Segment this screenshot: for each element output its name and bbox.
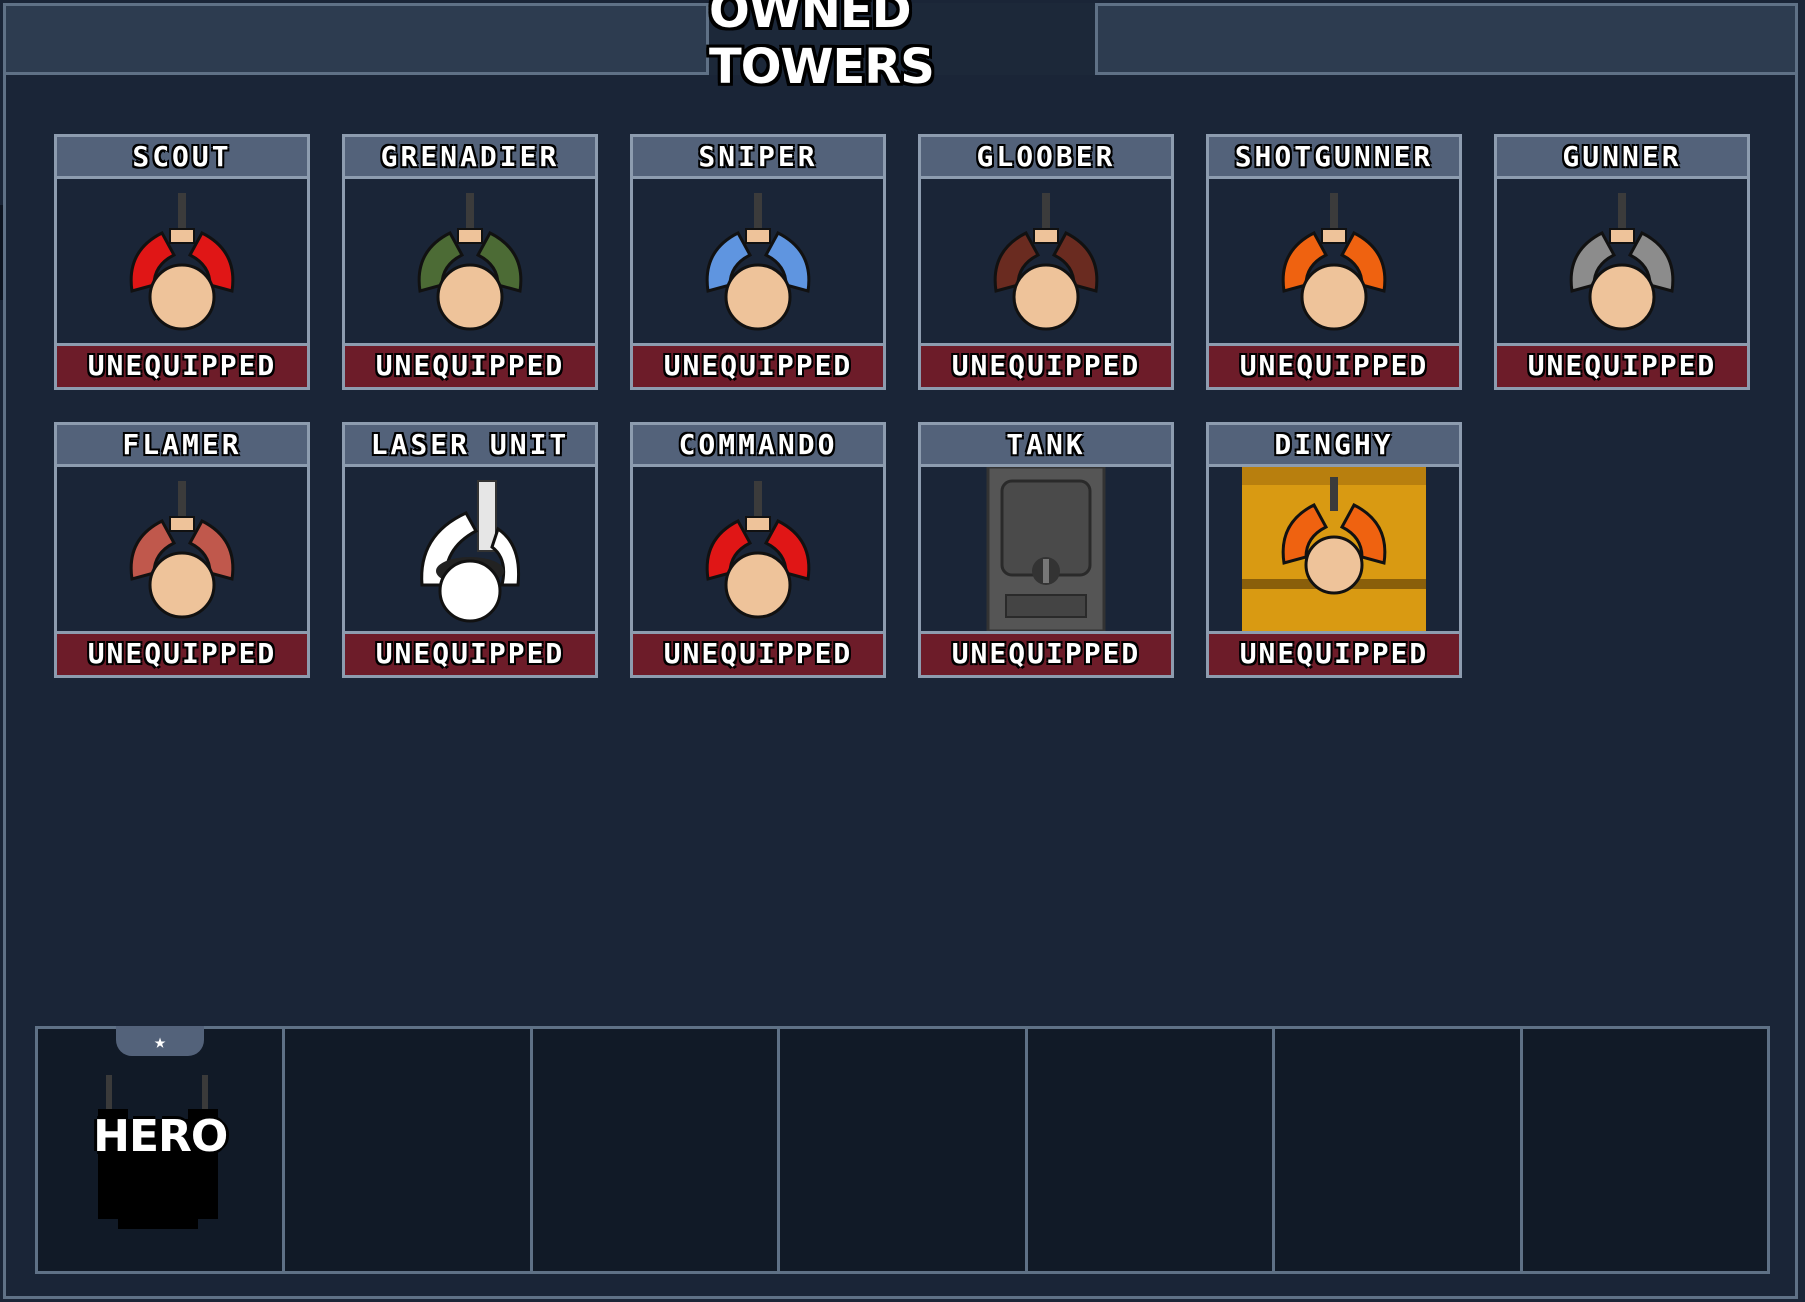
status-badge: UNEQUIPPED [921,343,1171,387]
sniper-tower-icon [633,179,883,343]
status-badge: UNEQUIPPED [633,343,883,387]
status-badge: UNEQUIPPED [1209,631,1459,675]
tower-name: COMMANDO [633,425,883,467]
laser-unit-tower-icon [345,467,595,631]
title-box: OWNED TOWERS [706,0,1098,95]
tower-card-laser-unit[interactable]: LASER UNIT UNEQUIPPED [342,422,598,678]
loadout-slot-5[interactable] [1028,1029,1276,1271]
status-badge: UNEQUIPPED [921,631,1171,675]
flamer-tower-icon [57,467,307,631]
status-badge: UNEQUIPPED [1209,343,1459,387]
tower-card-grenadier[interactable]: GRENADIER UNEQUIPPED [342,134,598,390]
tower-name: SNIPER [633,137,883,179]
loadout-slot-hero[interactable]: ★ HERO [38,1026,286,1271]
tower-card-flamer[interactable]: FLAMER UNEQUIPPED [54,422,310,678]
tower-card-dinghy[interactable]: DINGHY UNEQUIPPED [1206,422,1462,678]
status-badge: UNEQUIPPED [345,631,595,675]
status-badge: UNEQUIPPED [1497,343,1747,387]
tower-name: GUNNER [1497,137,1747,179]
tower-name: FLAMER [57,425,307,467]
scout-tower-icon [57,179,307,343]
loadout-slot-4[interactable] [780,1029,1028,1271]
hero-tab: ★ [116,1026,204,1056]
loadout-slot-2[interactable] [285,1029,533,1271]
grenadier-tower-icon [345,179,595,343]
status-badge: UNEQUIPPED [345,343,595,387]
dinghy-tower-icon [1209,467,1459,631]
owned-towers-screen: OWNED TOWERS SCOUT UNEQUIPPED GRENADIER U… [0,0,1805,1302]
loadout-slot-3[interactable] [533,1029,781,1271]
loadout-slot-6[interactable] [1275,1029,1523,1271]
status-badge: UNEQUIPPED [57,343,307,387]
star-icon: ★ [153,1029,167,1053]
hero-label: HERO [93,1111,228,1162]
tower-name: LASER UNIT [345,425,595,467]
tower-card-scout[interactable]: SCOUT UNEQUIPPED [54,134,310,390]
tower-card-gloober[interactable]: GLOOBER UNEQUIPPED [918,134,1174,390]
tower-card-commando[interactable]: COMMANDO UNEQUIPPED [630,422,886,678]
tower-name: SCOUT [57,137,307,179]
tower-card-tank[interactable]: TANK UNEQUIPPED [918,422,1174,678]
gunner-tower-icon [1497,179,1747,343]
tank-tower-icon [921,467,1171,631]
loadout-slot-7[interactable] [1523,1029,1767,1271]
tower-card-shotgunner[interactable]: SHOTGUNNER UNEQUIPPED [1206,134,1462,390]
shotgunner-tower-icon [1209,179,1459,343]
tower-card-sniper[interactable]: SNIPER UNEQUIPPED [630,134,886,390]
tower-name: TANK [921,425,1171,467]
loadout-bar: ★ HERO [35,1026,1770,1274]
status-badge: UNEQUIPPED [633,631,883,675]
tower-card-gunner[interactable]: GUNNER UNEQUIPPED [1494,134,1750,390]
tower-name: GLOOBER [921,137,1171,179]
tower-name: GRENADIER [345,137,595,179]
commando-tower-icon [633,467,883,631]
tower-name: SHOTGUNNER [1209,137,1459,179]
tower-name: DINGHY [1209,425,1459,467]
status-badge: UNEQUIPPED [57,631,307,675]
gloober-tower-icon [921,179,1171,343]
